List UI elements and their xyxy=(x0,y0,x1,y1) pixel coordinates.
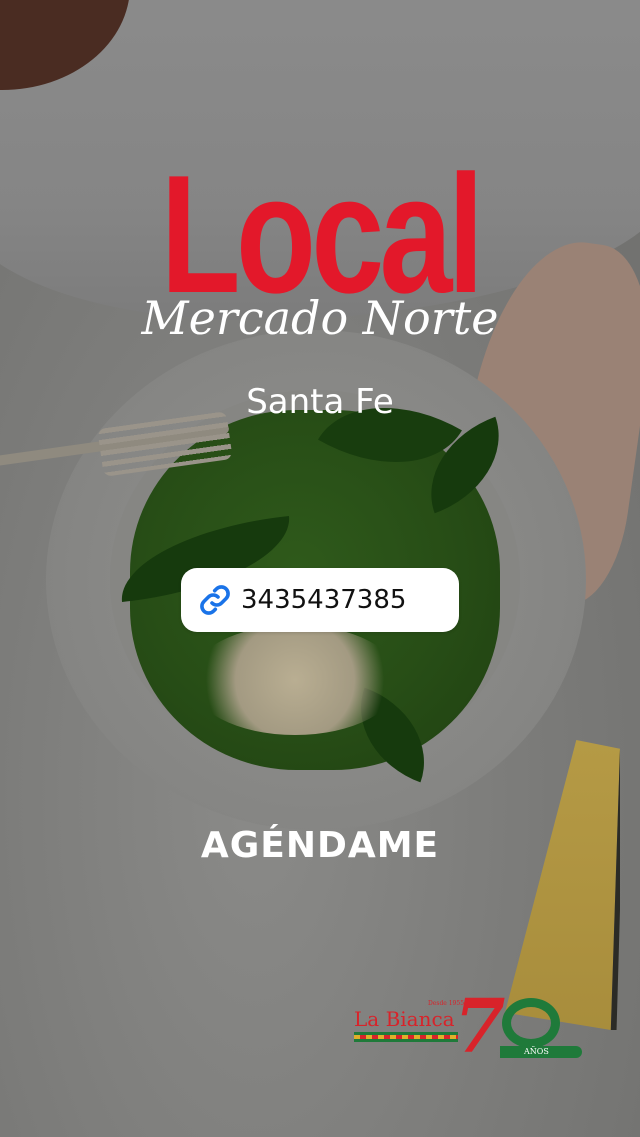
story-overlay: Local Mercado Norte Santa Fe 3435437385 … xyxy=(0,0,640,1137)
link-sticker[interactable]: 3435437385 xyxy=(181,568,459,632)
logo-number: 7 xyxy=(454,984,506,1070)
logo-zero-ring xyxy=(502,998,560,1048)
cta-agendame: AGÉNDAME xyxy=(200,825,440,866)
logo-brand: La Bianca xyxy=(354,1007,455,1031)
la-bianca-70-logo: Desde 1955 La Bianca 7 AÑOS xyxy=(350,990,590,1070)
link-icon xyxy=(197,582,233,618)
logo-stripes xyxy=(354,1032,458,1042)
link-sticker-text: 3435437385 xyxy=(241,585,407,615)
subtitle-mercado-norte: Mercado Norte xyxy=(141,291,499,345)
city-label: Santa Fe xyxy=(246,382,394,422)
logo-anos: AÑOS xyxy=(524,1047,549,1056)
